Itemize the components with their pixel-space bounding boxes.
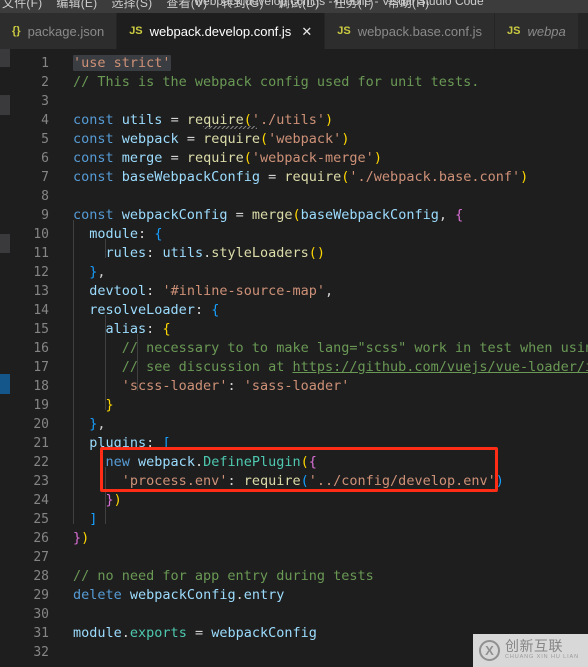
code-line-10: module: {: [89, 226, 163, 242]
code-editor[interactable]: 1 2 3 4 5 6 7 8 9 10 11 12 13 14 15 16 1…: [0, 49, 588, 667]
code-line-17: // see discussion at https://github.com/…: [73, 358, 588, 377]
warning-squiggle: [203, 126, 257, 129]
line-number: 5: [41, 132, 49, 147]
line-number: 14: [33, 303, 49, 318]
watermark-text: 创新互联 CHUANG XIN HU LIAN: [505, 640, 579, 660]
line-number: 16: [33, 341, 49, 356]
code-line-18: 'scss-loader': 'sass-loader': [121, 378, 350, 394]
tab-label: webpack.base.conf.js: [357, 23, 482, 39]
json-file-icon: {}: [12, 25, 21, 37]
watermark: X 创新互联 CHUANG XIN HU LIAN: [473, 634, 588, 667]
tab-webpack-preview[interactable]: JS webpa: [494, 13, 579, 49]
vscode-window: 文件(F) 编辑(E) 选择(S) 查看(V) 转到(G) 调试(D) 任务(T) 帮助(H)…: [0, 0, 588, 667]
line-number: 27: [33, 550, 49, 565]
code-line-28: // no need for app entry during tests: [73, 568, 374, 584]
tab-label: package.json: [27, 23, 105, 39]
code-line-31: module.exports = webpackConfig: [73, 625, 317, 641]
code-line-25: ]: [89, 511, 98, 527]
code-line-26: }): [73, 530, 90, 546]
code-line-14: resolveLoader: {: [89, 302, 220, 318]
code-line-11: rules: utils.styleLoaders(): [105, 245, 326, 261]
line-number: 7: [41, 170, 49, 185]
line-number: 17: [33, 360, 49, 375]
close-icon[interactable]: ✕: [301, 25, 312, 38]
line-number: 21: [33, 436, 49, 451]
code-line-20: },: [89, 416, 106, 432]
line-number: 4: [41, 113, 49, 128]
code-line-7: const baseWebpackConfig = require('./web…: [73, 169, 529, 185]
line-number: 25: [33, 512, 49, 527]
tab-package-json[interactable]: {} package.json: [0, 13, 118, 49]
editor-tab-bar: {} package.json JS webpack.develop.conf.…: [0, 13, 588, 49]
code-line-23: 'process.env': require('../config/develo…: [121, 473, 504, 489]
code-token-string: 'use strict': [73, 55, 171, 71]
code-line-12: },: [89, 264, 106, 280]
line-number: 23: [33, 474, 49, 489]
line-number: 28: [33, 569, 49, 584]
ruler-mark: [0, 49, 10, 67]
watermark-name-cn: 创新互联: [505, 639, 563, 656]
line-number: 30: [33, 607, 49, 622]
line-number: 10: [33, 227, 49, 242]
code-line-24: }): [105, 492, 122, 508]
line-number: 11: [33, 246, 49, 261]
line-number: 15: [33, 322, 49, 337]
code-line-2: // This is the webpack config used for u…: [73, 74, 480, 90]
line-number: 26: [33, 531, 49, 546]
code-line-16: // necessary to to make lang="scss" work…: [73, 340, 588, 356]
external-link[interactable]: https://github.com/vuejs/vue-loader/issu: [292, 359, 588, 375]
js-file-icon: JS: [506, 25, 521, 37]
tab-label: webpa: [527, 23, 566, 39]
code-line-21: plugins: [: [89, 435, 171, 451]
code-line-13: devtool: '#inline-source-map',: [89, 283, 334, 299]
ruler-mark-cursor: [0, 374, 10, 394]
line-number: 22: [33, 455, 49, 470]
line-number: 9: [41, 208, 49, 223]
code-line-22: new webpack.DefinePlugin({: [105, 454, 317, 470]
ruler-mark: [0, 95, 10, 115]
ruler-mark: [0, 234, 10, 253]
line-number: 31: [33, 626, 49, 641]
tab-webpack-develop-conf-js[interactable]: JS webpack.develop.conf.js ✕: [117, 13, 326, 49]
line-number: 32: [33, 645, 49, 660]
code-line-9: const webpackConfig = merge(baseWebpackC…: [73, 207, 464, 223]
code-line-6: const merge = require('webpack-merge'): [73, 150, 382, 166]
line-number: 2: [41, 75, 49, 90]
line-number: 13: [33, 284, 49, 299]
line-number: 6: [41, 151, 49, 166]
code-line-19: }: [105, 397, 114, 413]
line-number: 8: [41, 189, 49, 204]
js-file-icon: JS: [337, 25, 351, 37]
line-number: 18: [33, 379, 49, 394]
line-number: 24: [33, 493, 49, 508]
overview-ruler[interactable]: [0, 49, 10, 667]
code-content[interactable]: 'use strict' // This is the webpack conf…: [57, 49, 588, 667]
code-line-1: 'use strict': [73, 54, 171, 73]
watermark-name-pinyin: CHUANG XIN HU LIAN: [505, 653, 579, 660]
code-line-29: delete webpackConfig.entry: [73, 587, 285, 603]
tab-label: webpack.develop.conf.js: [149, 23, 292, 39]
tab-webpack-base-conf-js[interactable]: JS webpack.base.conf.js: [325, 13, 495, 49]
line-number: 3: [41, 94, 49, 109]
line-number: 29: [33, 588, 49, 603]
watermark-logo-icon: X: [479, 640, 500, 661]
line-number: 19: [33, 398, 49, 413]
js-file-icon: JS: [129, 25, 143, 37]
line-number-gutter: 1 2 3 4 5 6 7 8 9 10 11 12 13 14 15 16 1…: [10, 49, 57, 667]
line-number: 20: [33, 417, 49, 432]
line-number: 1: [41, 56, 49, 71]
window-title: webpack.develop.conf.js - mobile - Visua…: [194, 0, 484, 8]
title-bar: 文件(F) 编辑(E) 选择(S) 查看(V) 转到(G) 调试(D) 任务(T) 帮助(H)…: [0, 0, 588, 13]
line-number: 12: [33, 265, 49, 280]
code-line-5: const webpack = require('webpack'): [73, 131, 350, 147]
code-line-15: alias: {: [105, 321, 171, 337]
